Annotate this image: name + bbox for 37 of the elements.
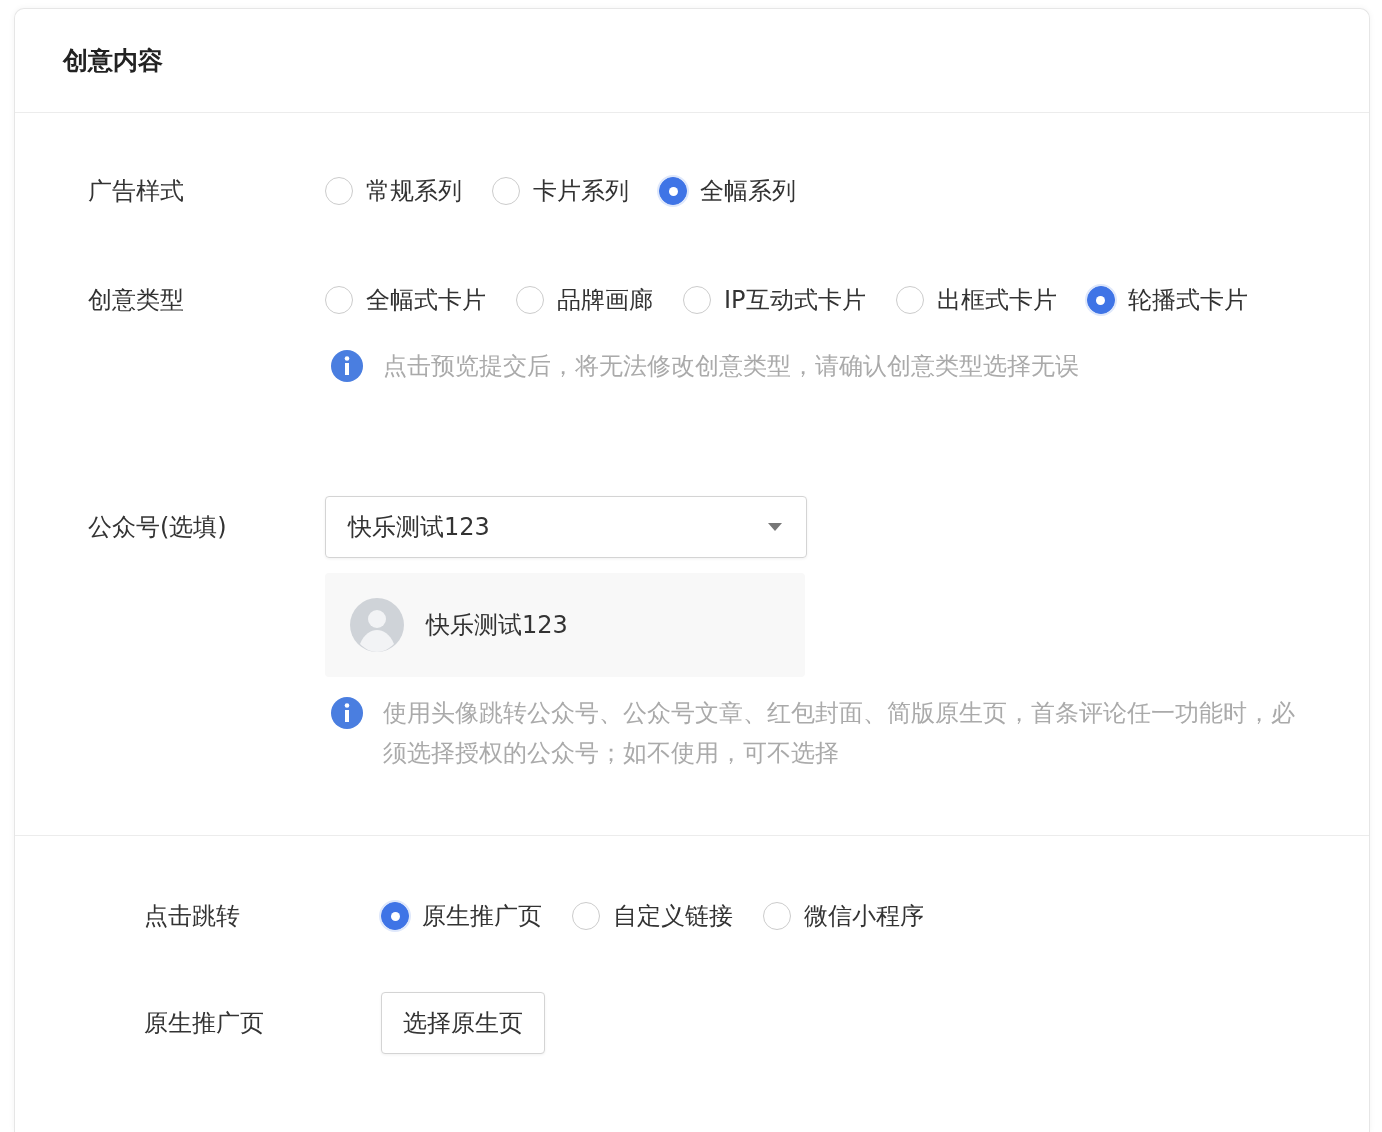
radio-button[interactable] (325, 177, 353, 205)
radio-button[interactable] (572, 902, 600, 930)
radio-button[interactable] (1086, 286, 1115, 314)
hint-text: 使用头像跳转公众号、公众号文章、红包封面、简版原生页，首条评论任一功能时，必须选择授权的公众号；如不使用，可不选择 (383, 698, 1296, 769)
radio-label[interactable]: IP互动式卡片 (724, 284, 866, 316)
hint-text: 点击预览提交后，将无法修改创意类型，请确认创意类型选择无误 (383, 351, 1079, 382)
field-label: 广告样式 (88, 176, 185, 207)
radio-label[interactable]: 常规系列 (366, 175, 462, 207)
account-select[interactable]: 快乐测试123 (325, 496, 807, 558)
info-icon (331, 697, 363, 729)
radio-button[interactable] (683, 286, 711, 314)
select-page-button[interactable]: 选择原生页 (381, 992, 545, 1054)
radio-button[interactable] (492, 177, 520, 205)
radio-button[interactable] (325, 286, 353, 314)
card-title: 创意内容 (63, 45, 163, 77)
field-label: 创意类型 (88, 285, 185, 316)
radio-label[interactable]: 卡片系列 (533, 175, 629, 207)
radio-label[interactable]: 品牌画廊 (557, 284, 653, 316)
radio-button[interactable] (516, 286, 544, 314)
field-label: 公众号(选填) (88, 512, 228, 543)
caret-icon (768, 523, 782, 531)
avatar-icon (350, 598, 404, 652)
radio-label[interactable]: 全幅式卡片 (366, 284, 486, 316)
radio-button[interactable] (763, 902, 791, 930)
radio-label[interactable]: 微信小程序 (804, 900, 924, 932)
account-name: 快乐测试123 (426, 610, 568, 641)
radio-label[interactable]: 全幅系列 (700, 175, 796, 207)
info-icon (331, 350, 363, 382)
radio-button[interactable] (659, 177, 687, 205)
radio-button[interactable] (895, 286, 924, 314)
radio-label[interactable]: 原生推广页 (422, 900, 542, 932)
radio-label[interactable]: 轮播式卡片 (1127, 284, 1248, 316)
radio-label[interactable]: 出框式卡片 (936, 284, 1057, 316)
radio-button[interactable] (381, 902, 409, 930)
field-label: 原生推广页 (144, 1008, 265, 1039)
field-label: 点击跳转 (144, 901, 241, 932)
radio-label[interactable]: 自定义链接 (613, 900, 733, 932)
